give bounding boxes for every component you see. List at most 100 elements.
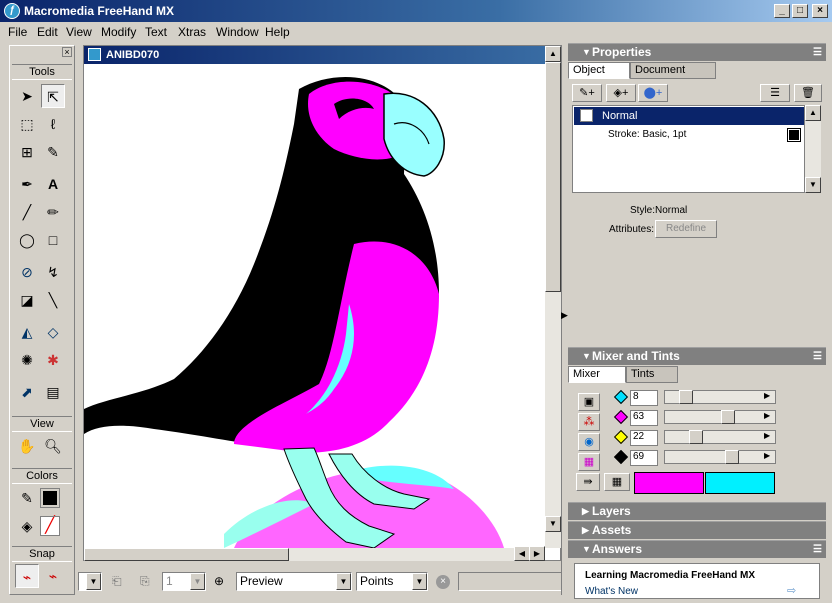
menu-view[interactable]: View [66,25,92,39]
menu-file[interactable]: File [8,25,27,39]
splitter-arrow-icon[interactable]: ▶ [561,310,568,321]
hand-tool-icon[interactable]: ✋ [15,434,39,458]
prev-page-icon[interactable]: ⎗ [112,574,128,590]
close-button[interactable]: × [812,4,828,18]
list-scroll-down[interactable]: ▼ [805,177,821,193]
subselect-tool-icon[interactable]: ⇱ [41,84,65,108]
stroke-color-icon[interactable]: ✎ [15,486,39,510]
minimize-button[interactable]: _ [774,4,790,18]
brush-tool-icon[interactable]: ╲ [41,288,65,312]
properties-panel-header[interactable]: ▼ Properties ☰ [568,43,826,61]
answers-panel-header[interactable]: ▼ Answers ☰ [568,540,826,558]
units-dropdown[interactable]: Points ▼ [356,572,428,591]
menu-edit[interactable]: Edit [37,25,58,39]
tab-tints[interactable]: Tints [626,366,678,383]
vertical-scroll-thumb[interactable] [545,62,561,292]
zoom-tool-icon[interactable]: 🔍︎ [41,434,65,458]
system-picker-icon[interactable]: ▦ [578,453,600,471]
horizontal-scrollbar[interactable]: ◀ ▶ [84,546,545,561]
list-item-stroke[interactable]: Stroke: Basic, 1pt [574,126,804,144]
menu-window[interactable]: Window [216,25,259,39]
ellipse-tool-icon[interactable]: ◯ [15,228,39,252]
duplicate-item-icon[interactable]: ☰ [760,84,790,102]
panel-splitter[interactable]: ▶ [561,45,568,595]
cyan-input[interactable]: 8 [630,390,658,406]
tab-object[interactable]: Object [568,62,630,79]
magenta-slider-thumb[interactable] [721,410,735,424]
pointer-tool-icon[interactable]: ➤ [15,84,39,108]
scroll-left-button[interactable]: ◀ [514,546,530,561]
black-input[interactable]: 69 [630,450,658,466]
cyan-slider[interactable] [664,390,776,404]
add-fill-icon[interactable]: ◈+ [606,84,636,102]
menu-help[interactable]: Help [265,25,290,39]
next-page-icon[interactable]: ⎘ [140,574,156,590]
rgb-mode-icon[interactable]: ⁂ [578,413,600,431]
snap-to-point-icon[interactable]: ⌁ [15,564,39,588]
fill-color-swatch[interactable]: ╱ [40,516,60,536]
trace-tool-icon[interactable]: ⊞ [15,140,39,164]
pencil-tool-icon[interactable]: ✏ [41,200,65,224]
swatch-grid-icon[interactable]: ▦ [604,473,630,491]
freeform-tool-icon[interactable]: ↯ [41,260,65,284]
black-slider-thumb[interactable] [725,450,739,464]
rectangle-tool-icon[interactable]: □ [41,228,65,252]
add-effect-icon[interactable]: ⬤+ [638,84,668,102]
list-item-normal[interactable]: Normal [574,107,804,125]
menu-modify[interactable]: Modify [101,25,136,39]
go-icon[interactable]: ⇨ [787,584,796,597]
eraser-tool-icon[interactable]: ◪ [15,288,39,312]
delete-item-icon[interactable]: 🗑︎ [794,84,822,102]
toolbox-close-icon[interactable]: × [62,47,72,57]
fill-color-icon[interactable]: ◈ [15,514,39,538]
horizontal-scroll-thumb[interactable] [84,548,289,561]
black-increment-icon[interactable]: ▶ [764,451,770,460]
yellow-slider[interactable] [664,430,776,444]
current-color-swatch[interactable] [634,472,704,494]
lasso-tool-icon[interactable]: ℓ [41,112,65,136]
magenta-increment-icon[interactable]: ▶ [764,411,770,420]
add-to-swatches-icon[interactable]: ⇛ [576,473,600,491]
page-number-dropdown[interactable]: 1 ▼ [162,572,206,591]
mixer-panel-header[interactable]: ▼ Mixer and Tints ☰ [568,347,826,365]
pen-tool-icon[interactable]: ✒ [15,172,39,196]
black-slider[interactable] [664,450,776,464]
scroll-down-button[interactable]: ▼ [545,516,561,532]
stroke-color-swatch[interactable] [40,488,60,508]
knife-tool-icon[interactable]: ⊘ [15,260,39,284]
redefine-button[interactable]: Redefine [655,220,717,238]
magenta-slider[interactable] [664,410,776,424]
text-tool-icon[interactable]: A [41,172,65,196]
yellow-slider-thumb[interactable] [689,430,703,444]
add-stroke-icon[interactable]: ✎+ [572,84,602,102]
document-canvas[interactable] [84,64,545,548]
assets-panel-header[interactable]: ▶ Assets [568,521,826,539]
hls-mode-icon[interactable]: ◉ [578,433,600,451]
magnification-dropdown[interactable]: ▼ [78,572,102,591]
cyan-increment-icon[interactable]: ▶ [764,391,770,400]
add-page-icon[interactable]: ⊕ [214,574,228,590]
tab-document[interactable]: Document [630,62,716,79]
scroll-right-button[interactable]: ▶ [529,546,545,561]
menu-xtras[interactable]: Xtras [178,25,206,39]
skew-tool-icon[interactable]: ◇ [41,320,65,344]
whats-new-link[interactable]: What's New [585,586,638,597]
scale-tool-icon[interactable]: ◭ [15,320,39,344]
vertical-scrollbar[interactable]: ▲ ▼ [545,46,561,548]
view-mode-dropdown[interactable]: Preview ▼ [236,572,352,591]
graphic-hose-tool-icon[interactable]: ✱ [41,348,65,372]
line-tool-icon[interactable]: ╱ [15,200,39,224]
panel-options-icon[interactable]: ☰ [813,44,822,61]
cyan-slider-thumb[interactable] [679,390,693,404]
menu-text[interactable]: Text [145,25,167,39]
eyedropper-tool-icon[interactable]: ✎ [41,140,65,164]
stroke-swatch[interactable] [787,128,801,142]
previous-color-swatch[interactable] [705,472,775,494]
scroll-up-button[interactable]: ▲ [545,46,561,62]
snap-to-object-icon[interactable]: ⌁ [41,564,65,588]
attribute-list-scrollbar[interactable]: ▲ ▼ [805,105,821,193]
panel-options-icon[interactable]: ☰ [813,348,822,365]
page-tool-icon[interactable]: ⬚ [15,112,39,136]
connector-tool-icon[interactable]: ⬈ [15,380,39,404]
list-scroll-up[interactable]: ▲ [805,105,821,121]
